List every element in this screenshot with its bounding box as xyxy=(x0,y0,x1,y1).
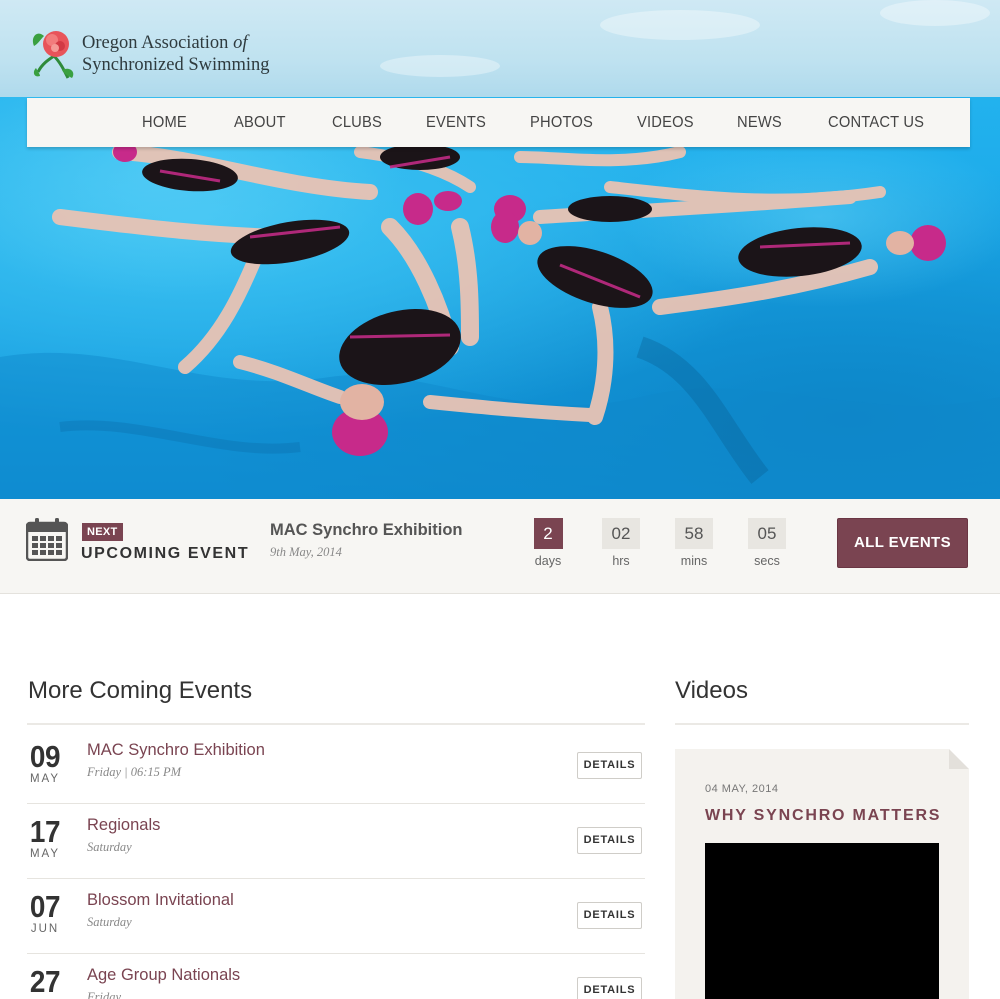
event-meta: Friday | 06:15 PM xyxy=(87,765,182,779)
nav-news[interactable]: NEWS xyxy=(737,98,782,147)
main-nav: HOME ABOUT CLUBS EVENTS PHOTOS VIDEOS NE… xyxy=(27,98,970,147)
hero-image xyxy=(0,97,1000,499)
site-logo[interactable]: Oregon Association of Synchronized Swimm… xyxy=(28,26,270,82)
events-heading-rule xyxy=(27,723,645,725)
site-name: Oregon Association of Synchronized Swimm… xyxy=(82,32,270,76)
countdown-hours-unit: hrs xyxy=(612,554,630,568)
event-month: JUN xyxy=(30,923,60,935)
site-name-line1: Oregon Association xyxy=(82,33,229,53)
site-name-line2: Synchronized Swimming xyxy=(82,55,270,75)
water-ripple xyxy=(880,0,990,26)
event-name-link[interactable]: Blossom Invitational xyxy=(87,891,234,910)
event-row: 17 MAY Regionals Saturday DETAILS xyxy=(27,804,645,879)
synchro-swimmers-illustration xyxy=(0,97,1000,499)
event-row: 07 JUN Blossom Invitational Saturday DET… xyxy=(27,879,645,954)
event-month: MAY xyxy=(29,848,61,860)
event-row: 09 MAY MAC Synchro Exhibition Friday | 0… xyxy=(27,729,645,804)
countdown-minutes: 58 mins xyxy=(674,518,714,568)
nav-about[interactable]: ABOUT xyxy=(234,98,286,147)
event-row: 27 Age Group Nationals Friday DETAILS xyxy=(27,954,645,999)
water-ripple xyxy=(600,10,760,40)
video-date: 04 MAY, 2014 xyxy=(705,783,779,795)
nav-contact-us[interactable]: CONTACT US xyxy=(828,98,924,147)
event-name-link[interactable]: Age Group Nationals xyxy=(87,966,240,985)
video-player[interactable] xyxy=(705,843,939,999)
events-heading: More Coming Events xyxy=(28,677,253,704)
event-meta: Saturday xyxy=(87,840,132,854)
upcoming-event-title[interactable]: MAC Synchro Exhibition xyxy=(270,521,463,540)
countdown-minutes-value: 58 xyxy=(675,518,713,549)
countdown-seconds-value: 05 xyxy=(748,518,786,549)
card-corner-fold xyxy=(949,749,969,769)
event-day: 09 xyxy=(29,739,61,774)
rose-logo-icon xyxy=(32,31,74,79)
countdown-minutes-unit: mins xyxy=(680,554,708,568)
nav-events[interactable]: EVENTS xyxy=(426,98,486,147)
upcoming-event-bar: NEXT UPCOMING EVENT MAC Synchro Exhibiti… xyxy=(0,499,1000,594)
next-badge: NEXT xyxy=(82,523,123,541)
event-name-link[interactable]: Regionals xyxy=(87,816,160,835)
countdown-seconds-unit: secs xyxy=(754,554,780,568)
event-day: 27 xyxy=(29,964,61,999)
video-card: 04 MAY, 2014 WHY SYNCHRO MATTERS xyxy=(675,749,969,999)
calendar-icon xyxy=(26,518,68,561)
video-title-link[interactable]: WHY SYNCHRO MATTERS xyxy=(705,807,941,825)
nav-clubs[interactable]: CLUBS xyxy=(332,98,382,147)
countdown-days: 2 days xyxy=(528,518,568,568)
event-details-button[interactable]: DETAILS xyxy=(577,977,642,999)
nav-videos[interactable]: VIDEOS xyxy=(637,98,694,147)
event-details-button[interactable]: DETAILS xyxy=(577,902,642,929)
nav-home[interactable]: HOME xyxy=(142,98,187,147)
all-events-button[interactable]: ALL EVENTS xyxy=(837,518,968,568)
videos-heading-rule xyxy=(675,723,969,725)
countdown-hours: 02 hrs xyxy=(601,518,641,568)
header-band: Oregon Association of Synchronized Swimm… xyxy=(0,0,1000,100)
event-day: 07 xyxy=(29,889,61,924)
event-name-link[interactable]: MAC Synchro Exhibition xyxy=(87,741,265,760)
event-month: MAY xyxy=(29,773,61,785)
videos-heading: Videos xyxy=(675,677,748,704)
water-ripple xyxy=(380,55,500,77)
countdown-hours-value: 02 xyxy=(602,518,640,549)
site-name-of: of xyxy=(233,33,248,53)
upcoming-event-label: UPCOMING EVENT xyxy=(81,545,250,562)
event-meta: Saturday xyxy=(87,915,132,929)
event-details-button[interactable]: DETAILS xyxy=(577,752,642,779)
countdown-days-unit: days xyxy=(534,554,562,568)
nav-photos[interactable]: PHOTOS xyxy=(530,98,593,147)
countdown-days-value: 2 xyxy=(533,518,563,549)
event-details-button[interactable]: DETAILS xyxy=(577,827,642,854)
event-meta: Friday xyxy=(87,990,122,999)
upcoming-event-date: 9th May, 2014 xyxy=(270,545,342,559)
countdown-seconds: 05 secs xyxy=(747,518,787,568)
event-day: 17 xyxy=(29,814,61,849)
